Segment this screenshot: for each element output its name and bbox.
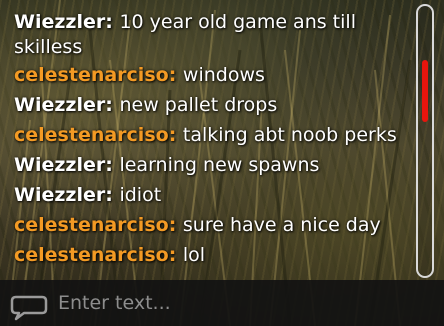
sender-separator: : [168, 244, 183, 266]
chat-sender-name: celestenarciso [14, 244, 169, 266]
sender-separator: : [105, 94, 120, 116]
chat-sender-name: celestenarciso [14, 64, 169, 86]
sender-separator: : [105, 184, 120, 206]
sender-separator: : [105, 154, 120, 176]
chat-message: celestenarciso: talking abt noob perks [14, 120, 414, 150]
scrollbar-thumb[interactable] [422, 60, 428, 122]
chat-sender-name: Wiezzler [14, 154, 106, 176]
chat-message-text: talking abt noob perks [182, 124, 397, 146]
chat-scrollbar[interactable] [416, 4, 434, 278]
chat-message-text: new pallet drops [119, 94, 278, 116]
chat-message: Wiezzler: learning new spawns [14, 150, 414, 180]
chat-message-text: idiot [119, 184, 162, 206]
chat-sender-name: celestenarciso [14, 124, 169, 146]
chat-message: celestenarciso: windows [14, 60, 414, 90]
chat-message-text: sure have a nice day [182, 214, 381, 236]
chat-bubble-icon [10, 295, 48, 321]
chat-message: Wiezzler: 10 year old game ans till skil… [14, 8, 414, 60]
chat-message-text: lol [182, 244, 206, 266]
chat-sender-name: Wiezzler [14, 11, 106, 33]
chat-message: celestenarciso: lol [14, 240, 414, 270]
chat-input-bar [0, 280, 444, 326]
chat-message-text: windows [182, 64, 265, 86]
sender-separator: : [168, 124, 183, 146]
chat-text-input[interactable] [58, 288, 428, 318]
chat-message: Wiezzler: new pallet drops [14, 90, 414, 120]
sender-separator: : [105, 11, 120, 33]
chat-message: Wiezzler: idiot [14, 180, 414, 210]
chat-sender-name: Wiezzler [14, 184, 106, 206]
sender-separator: : [168, 64, 183, 86]
chat-log: Wiezzler: 10 year old game ans till skil… [14, 8, 414, 282]
sender-separator: : [168, 214, 183, 236]
chat-sender-name: celestenarciso [14, 214, 169, 236]
chat-message: celestenarciso: sure have a nice day [14, 210, 414, 240]
chat-sender-name: Wiezzler [14, 94, 106, 116]
chat-message-text: learning new spawns [119, 154, 320, 176]
